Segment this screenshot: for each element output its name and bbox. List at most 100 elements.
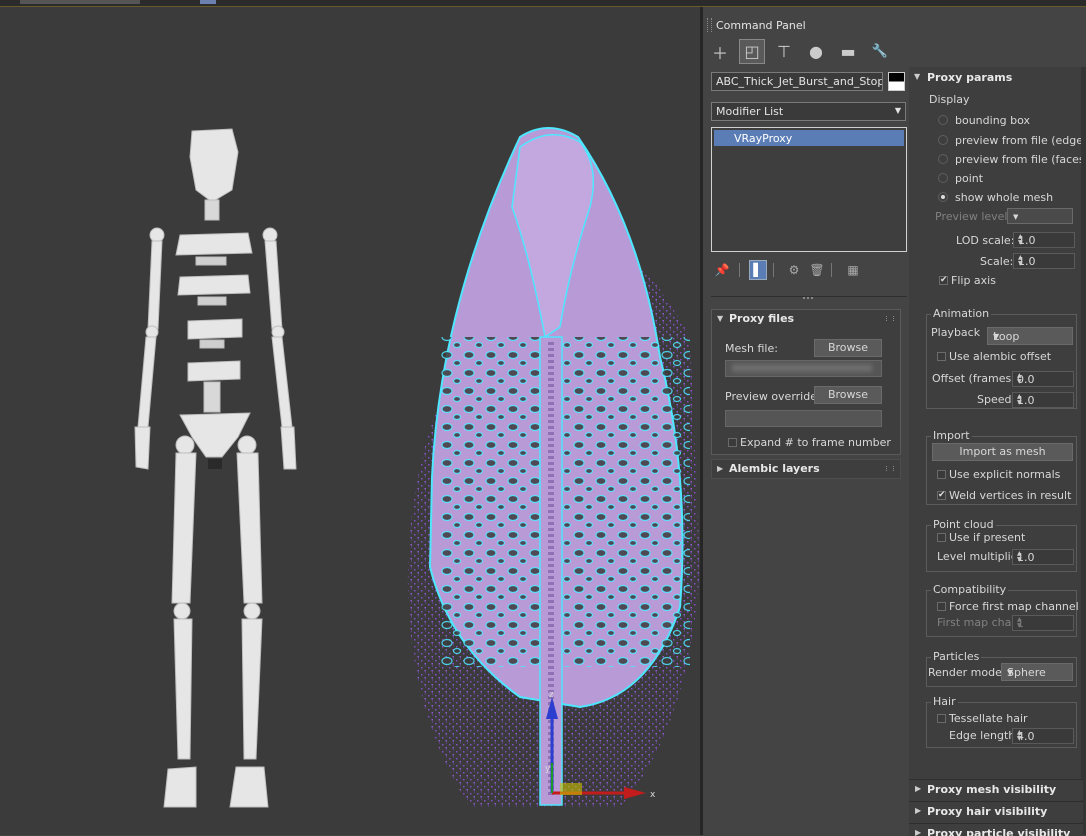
show-end-result-icon[interactable]: ▌	[749, 260, 767, 280]
import-group: Import Import as mesh Use explicit norma…	[926, 429, 1077, 505]
pin-stack-icon[interactable]: 📌	[713, 260, 731, 280]
mesh-file-label: Mesh file:	[725, 342, 778, 355]
expand-frame-checkbox[interactable]	[728, 438, 737, 447]
mesh-file-browse-button[interactable]: Browse	[814, 339, 882, 357]
alembic-layers-rollout: ▶ Alembic layers	[711, 459, 901, 479]
radio-preview-faces[interactable]	[938, 154, 948, 164]
spinner-arrows-icon[interactable]: ▲ ▼	[1018, 255, 1071, 267]
radio-bounding-box[interactable]	[938, 115, 948, 125]
scale-label: Scale:	[980, 255, 1014, 268]
offset-frames-spinner[interactable]: 0.0 ▲ ▼	[1012, 371, 1074, 387]
spinner-arrows-icon[interactable]: ▲ ▼	[1017, 551, 1070, 563]
radio-show-whole-mesh[interactable]	[938, 192, 948, 202]
expand-triangle-icon: ▶	[915, 806, 922, 815]
chevron-down-icon: ▼	[1013, 213, 1019, 221]
command-panel-header[interactable]: Command Panel	[703, 17, 903, 33]
proxy-files-rollout: ▼ Proxy files Mesh file: Browse Preview …	[711, 309, 901, 455]
proxy-params-header[interactable]: ▼ Proxy params	[909, 67, 1081, 87]
proxy-particle-visibility-rollout[interactable]: ▶ Proxy particle visibility	[909, 823, 1083, 836]
radio-point[interactable]	[938, 173, 948, 183]
viewport-scene[interactable]: z x y	[0, 7, 700, 835]
display-icon: ▬	[840, 42, 856, 61]
render-mode-dropdown[interactable]: Sphere ▼	[1001, 663, 1073, 681]
expand-triangle-icon: ▶	[717, 464, 724, 473]
modifier-stack[interactable]: VRayProxy	[711, 127, 907, 252]
motion-icon: ●	[809, 42, 823, 61]
lod-scale-spinner[interactable]: 1.0 ▲ ▼	[1013, 232, 1075, 248]
modifier-list-dropdown[interactable]: Modifier List ▼	[711, 102, 906, 121]
proxy-params-rollout: ▼ Proxy params Display bounding box prev…	[909, 67, 1086, 835]
utilities-icon: 🔧	[871, 44, 889, 59]
playback-dropdown[interactable]: Loop ▼	[987, 327, 1073, 345]
tessellate-hair-checkbox[interactable]	[937, 714, 946, 723]
proxy-mesh-visibility-rollout[interactable]: ▶ Proxy mesh visibility	[909, 779, 1083, 800]
make-unique-icon[interactable]: ⚙	[785, 260, 803, 280]
axis-label-z: z	[549, 690, 554, 700]
spinner-arrows-icon[interactable]: ▲ ▼	[1017, 617, 1070, 629]
preview-override-browse-button[interactable]: Browse	[814, 386, 882, 404]
proxy-mesh-visibility-title: Proxy mesh visibility	[927, 783, 1057, 796]
force-map-channel-checkbox[interactable]	[937, 602, 946, 611]
object-color-swatch[interactable]	[888, 72, 905, 91]
alembic-layers-title: Alembic layers	[729, 462, 820, 475]
weld-vertices-checkbox[interactable]: ✔	[937, 491, 946, 500]
create-tab[interactable]: ＋	[707, 39, 733, 64]
collapse-triangle-icon: ▼	[717, 314, 724, 323]
proxy-hair-visibility-rollout[interactable]: ▶ Proxy hair visibility	[909, 801, 1083, 822]
chevron-down-icon: ▼	[1007, 668, 1014, 677]
explicit-normals-checkbox[interactable]	[937, 470, 946, 479]
motion-tab[interactable]: ●	[803, 39, 829, 64]
speed-spinner[interactable]: 1.0 ▲ ▼	[1012, 392, 1074, 408]
particles-group-title: Particles	[931, 650, 982, 663]
scale-spinner[interactable]: 1.0 ▲ ▼	[1013, 253, 1075, 269]
trash-icon[interactable]: 🗑	[808, 260, 826, 280]
radio-preview-edges[interactable]	[938, 135, 948, 145]
panel-scrollbar[interactable]	[1081, 67, 1086, 835]
alembic-offset-checkbox[interactable]	[937, 352, 946, 361]
hierarchy-tab[interactable]: ⊤	[771, 39, 797, 64]
spinner-arrows-icon[interactable]: ▲ ▼	[1017, 730, 1070, 742]
radio-bounding-box-label: bounding box	[955, 114, 1031, 127]
expand-triangle-icon: ▶	[915, 784, 922, 793]
stack-item-vrayproxy[interactable]: VRayProxy	[714, 130, 904, 146]
alembic-layers-header[interactable]: ▶ Alembic layers	[712, 460, 900, 478]
object-name-field[interactable]: ABC_Thick_Jet_Burst_and_Stop_1	[711, 72, 883, 91]
stack-item-label: VRayProxy	[734, 132, 793, 145]
preview-level-dropdown[interactable]: ▼	[1007, 208, 1073, 224]
proxy-hair-visibility-title: Proxy hair visibility	[927, 805, 1048, 818]
hair-group: Hair Tessellate hair Edge length: 4.0 ▲ ▼	[926, 695, 1077, 748]
display-tab[interactable]: ▬	[835, 39, 861, 64]
spinner-arrows-icon[interactable]: ▲ ▼	[1018, 234, 1071, 246]
radio-show-whole-mesh-label: show whole mesh	[955, 191, 1054, 204]
import-as-mesh-button[interactable]: Import as mesh	[932, 443, 1073, 461]
animation-group-title: Animation	[931, 307, 992, 320]
collapse-triangle-icon: ▼	[914, 72, 921, 81]
panel-splitter[interactable]	[711, 296, 907, 303]
grip-icon[interactable]	[707, 18, 712, 32]
spinner-arrows-icon[interactable]: ▲ ▼	[1017, 373, 1070, 385]
top-toolbar	[0, 0, 1086, 7]
display-group-title: Display	[929, 93, 970, 106]
toolbar-icon[interactable]	[200, 0, 216, 4]
level-multiplier-label: Level multiplier	[937, 550, 1023, 563]
modify-tab[interactable]: ◰	[739, 39, 765, 64]
flip-axis-checkbox[interactable]: ✔	[939, 276, 948, 285]
level-multiplier-spinner[interactable]: 1.0 ▲ ▼	[1012, 549, 1074, 565]
speed-label: Speed	[977, 393, 1012, 406]
mesh-file-path-field[interactable]	[725, 360, 882, 377]
toolbar-tab[interactable]	[20, 0, 140, 4]
point-cloud-checkbox[interactable]	[937, 533, 946, 542]
utilities-tab[interactable]: 🔧	[867, 39, 893, 64]
edge-length-spinner[interactable]: 4.0 ▲ ▼	[1012, 728, 1074, 744]
first-map-chan-spinner[interactable]: 1 ▲ ▼	[1012, 615, 1074, 631]
hair-group-title: Hair	[931, 695, 958, 708]
configure-sets-icon[interactable]: ▦	[844, 260, 862, 280]
skeleton-model[interactable]	[134, 128, 297, 808]
preview-override-path-field[interactable]	[725, 410, 882, 427]
viewport[interactable]: z x y	[0, 7, 700, 835]
radio-preview-edges-label: preview from file (edges	[955, 134, 1086, 147]
spinner-arrows-icon[interactable]: ▲ ▼	[1017, 394, 1070, 406]
chevron-down-icon: ▼	[993, 332, 1000, 341]
stack-toolbar: 📌 ▌ ⚙ 🗑 ▦	[711, 260, 911, 282]
proxy-files-header[interactable]: ▼ Proxy files	[712, 310, 900, 328]
